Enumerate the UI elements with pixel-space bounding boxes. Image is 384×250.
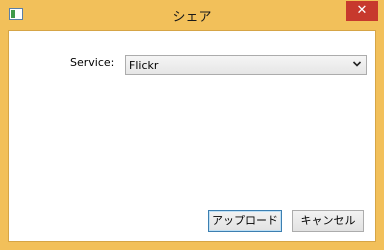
upload-button[interactable]: アップロード [208,210,282,232]
service-label: Service: [70,56,115,69]
title-bar[interactable]: シェア ✕ [0,0,384,30]
cancel-button[interactable]: キャンセル [292,210,364,232]
close-icon: ✕ [356,3,368,18]
chevron-down-icon [352,61,362,67]
service-dropdown[interactable]: Flickr [125,55,367,75]
share-dialog-window: シェア ✕ Service: Flickr アップロード キャンセル [0,0,384,250]
close-button[interactable]: ✕ [346,1,378,21]
window-title: シェア [172,10,212,25]
service-selected-value: Flickr [129,59,159,72]
dialog-content: Service: Flickr アップロード キャンセル [8,30,376,242]
